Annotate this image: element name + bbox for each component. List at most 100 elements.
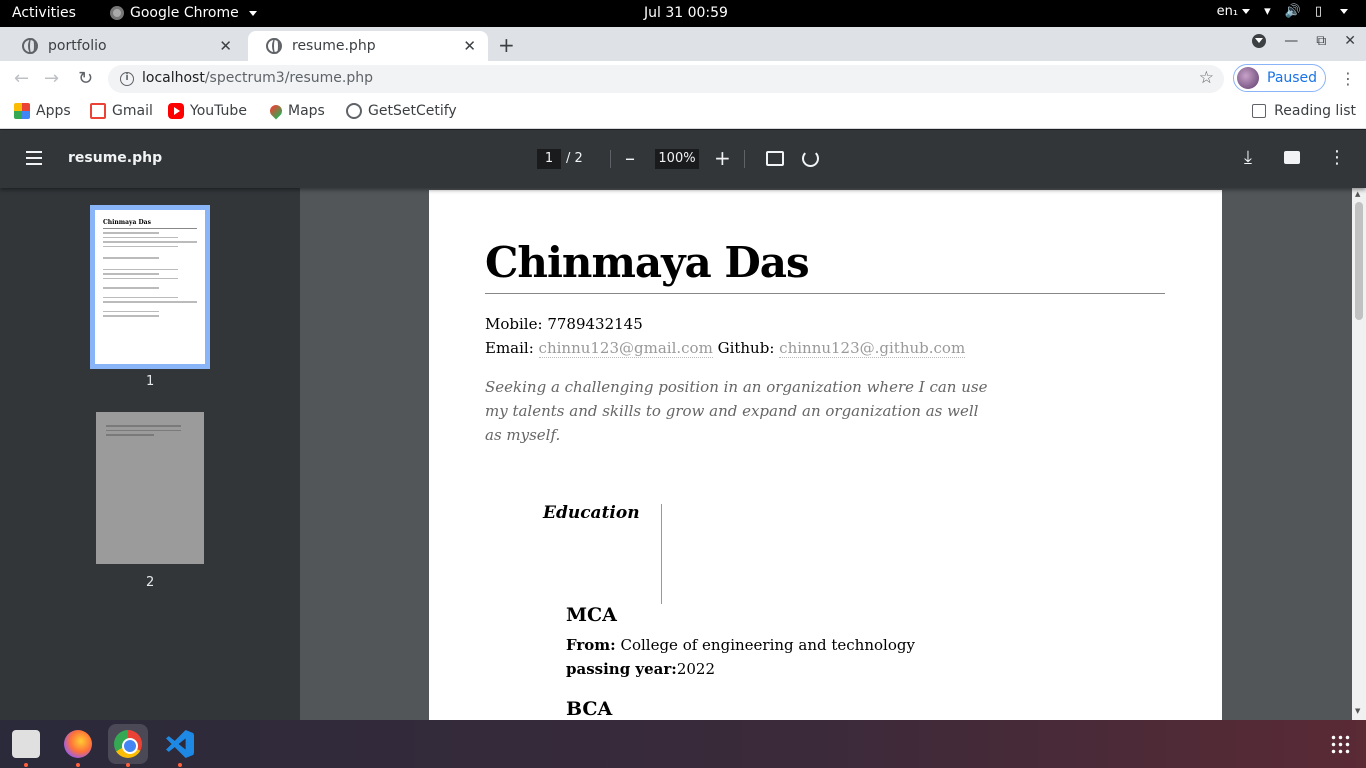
- pdf-viewer[interactable]: Chinmaya Das Mobile: 7789432145 Email: c…: [300, 188, 1352, 720]
- bookmark-youtube[interactable]: YouTube: [168, 103, 247, 119]
- profile-button[interactable]: Paused: [1233, 64, 1326, 92]
- close-window-icon[interactable]: ✕: [1344, 33, 1356, 49]
- restore-icon[interactable]: ⧉: [1316, 33, 1326, 49]
- url-text[interactable]: localhost/spectrum3/resume.php: [142, 70, 373, 86]
- chrome-menu-icon[interactable]: ⋮: [1340, 69, 1356, 88]
- chevron-down-icon: [1242, 9, 1251, 14]
- zoom-out-icon[interactable]: –: [625, 146, 635, 170]
- pdf-title: resume.php: [68, 150, 163, 166]
- thumbnail-line: [103, 257, 160, 259]
- fit-to-page-icon[interactable]: [766, 151, 784, 166]
- rotate-icon[interactable]: [802, 150, 819, 167]
- bookmark-maps[interactable]: Maps: [267, 102, 325, 120]
- url-host: localhost: [142, 70, 205, 86]
- gmail-icon: [90, 103, 106, 119]
- back-arrow-icon[interactable]: ←: [14, 68, 29, 89]
- mobile-label: Mobile:: [485, 315, 543, 333]
- reload-icon[interactable]: ↻: [78, 68, 93, 89]
- files-app[interactable]: [6, 724, 46, 764]
- url-path: /spectrum3/resume.php: [204, 70, 374, 86]
- scroll-down-icon[interactable]: ▼: [1355, 707, 1360, 715]
- hamburger-menu-icon[interactable]: [26, 151, 42, 165]
- thumbnail-label: 2: [146, 575, 155, 590]
- chrome-icon: [110, 6, 124, 20]
- scrollbar-thumb[interactable]: [1355, 202, 1363, 320]
- page-thumbnail-1[interactable]: Chinmaya Das: [90, 205, 210, 369]
- bookmark-label: Apps: [36, 103, 71, 119]
- thumbnail-line: [103, 301, 197, 303]
- mobile-value: 7789432145: [547, 315, 643, 333]
- bookmark-label: YouTube: [190, 103, 247, 119]
- app-menu[interactable]: Google Chrome: [110, 5, 257, 21]
- close-icon[interactable]: ✕: [219, 37, 232, 55]
- tab-resume[interactable]: resume.php ✕: [248, 31, 488, 61]
- zoom-in-icon[interactable]: +: [714, 146, 731, 170]
- divider: [485, 293, 1165, 294]
- running-indicator: [24, 763, 28, 767]
- system-tray[interactable]: en₁ ▾ 🔊 ▯: [1217, 4, 1348, 19]
- chrome-app[interactable]: [108, 724, 148, 764]
- battery-icon: ▯: [1314, 4, 1322, 19]
- new-tab-button[interactable]: +: [498, 33, 515, 57]
- address-bar[interactable]: i localhost/spectrum3/resume.php ☆: [108, 65, 1224, 93]
- tab-title: portfolio: [48, 38, 107, 54]
- github-link[interactable]: chinnu123@.github.com: [779, 339, 966, 358]
- chevron-down-icon: [1340, 9, 1348, 14]
- thumbnail-line: [103, 310, 160, 312]
- page-thumbnail-2[interactable]: [96, 412, 204, 564]
- thumbnail-line: [103, 296, 179, 298]
- vscode-app[interactable]: [160, 724, 200, 764]
- clock[interactable]: Jul 31 00:59: [644, 5, 728, 21]
- github-label: Github:: [717, 339, 775, 357]
- thumbnail-line: [103, 232, 160, 234]
- thumbnail-line: [106, 434, 155, 436]
- page-number-input[interactable]: 1: [537, 149, 561, 169]
- site-info-icon[interactable]: i: [120, 72, 134, 86]
- apps-grid-icon: [14, 103, 30, 119]
- degree-year: passing year:2022: [566, 660, 715, 678]
- vertical-scrollbar[interactable]: ▲ ▼: [1352, 188, 1366, 720]
- scroll-up-icon[interactable]: ▲: [1355, 190, 1360, 198]
- bookmarks-bar: Apps Gmail YouTube Maps GetSetCetify Rea…: [0, 97, 1366, 129]
- keyboard-layout[interactable]: en₁: [1217, 4, 1251, 19]
- chevron-down-icon: [248, 10, 257, 16]
- thumbnail-line: [103, 277, 179, 279]
- reading-list-button[interactable]: Reading list: [1252, 103, 1356, 119]
- section-divider: [661, 504, 662, 604]
- running-indicator: [178, 763, 182, 767]
- tab-search-icon[interactable]: [1252, 34, 1267, 48]
- minimize-icon[interactable]: —: [1284, 33, 1298, 49]
- bookmark-star-icon[interactable]: ☆: [1199, 68, 1214, 88]
- from-value: College of engineering and technology: [615, 636, 915, 654]
- reading-list-icon: [1252, 104, 1267, 118]
- show-applications-icon[interactable]: [1330, 734, 1350, 754]
- system-top-bar: Activities Google Chrome Jul 31 00:59 en…: [0, 0, 1366, 27]
- firefox-app[interactable]: [58, 724, 98, 764]
- download-icon[interactable]: ⤓: [1244, 147, 1252, 168]
- objective-text: Seeking a challenging position in an org…: [485, 378, 988, 444]
- bookmark-label: Maps: [288, 103, 325, 119]
- running-indicator: [76, 763, 80, 767]
- toolbar-divider: [744, 150, 745, 168]
- vscode-icon: [166, 730, 194, 758]
- reading-list-label: Reading list: [1274, 103, 1356, 119]
- degree-from: From: College of engineering and technol…: [566, 636, 915, 654]
- tab-portfolio[interactable]: portfolio ✕: [4, 31, 244, 61]
- thumbnail-title: Chinmaya Das: [103, 219, 197, 229]
- wifi-icon: ▾: [1264, 4, 1271, 19]
- close-icon[interactable]: ✕: [463, 37, 476, 55]
- bookmark-gmail[interactable]: Gmail: [90, 103, 153, 119]
- more-options-icon[interactable]: ⋮: [1328, 147, 1346, 168]
- forward-arrow-icon[interactable]: →: [44, 68, 59, 89]
- zoom-input[interactable]: 100%: [655, 149, 699, 169]
- thumbnail-line: [106, 429, 181, 431]
- bookmark-apps[interactable]: Apps: [14, 103, 71, 119]
- bookmark-getsetcetify[interactable]: GetSetCetify: [346, 103, 457, 119]
- print-icon[interactable]: [1284, 151, 1300, 164]
- bookmark-label: GetSetCetify: [368, 103, 457, 119]
- thumbnail-label: 1: [146, 374, 155, 389]
- pdf-thumbnail-sidebar: Chinmaya Das 1 2: [0, 188, 300, 720]
- activities-button[interactable]: Activities: [12, 5, 76, 21]
- email-link[interactable]: chinnu123@gmail.com: [538, 339, 713, 358]
- thumbnail-preview: Chinmaya Das: [95, 210, 205, 364]
